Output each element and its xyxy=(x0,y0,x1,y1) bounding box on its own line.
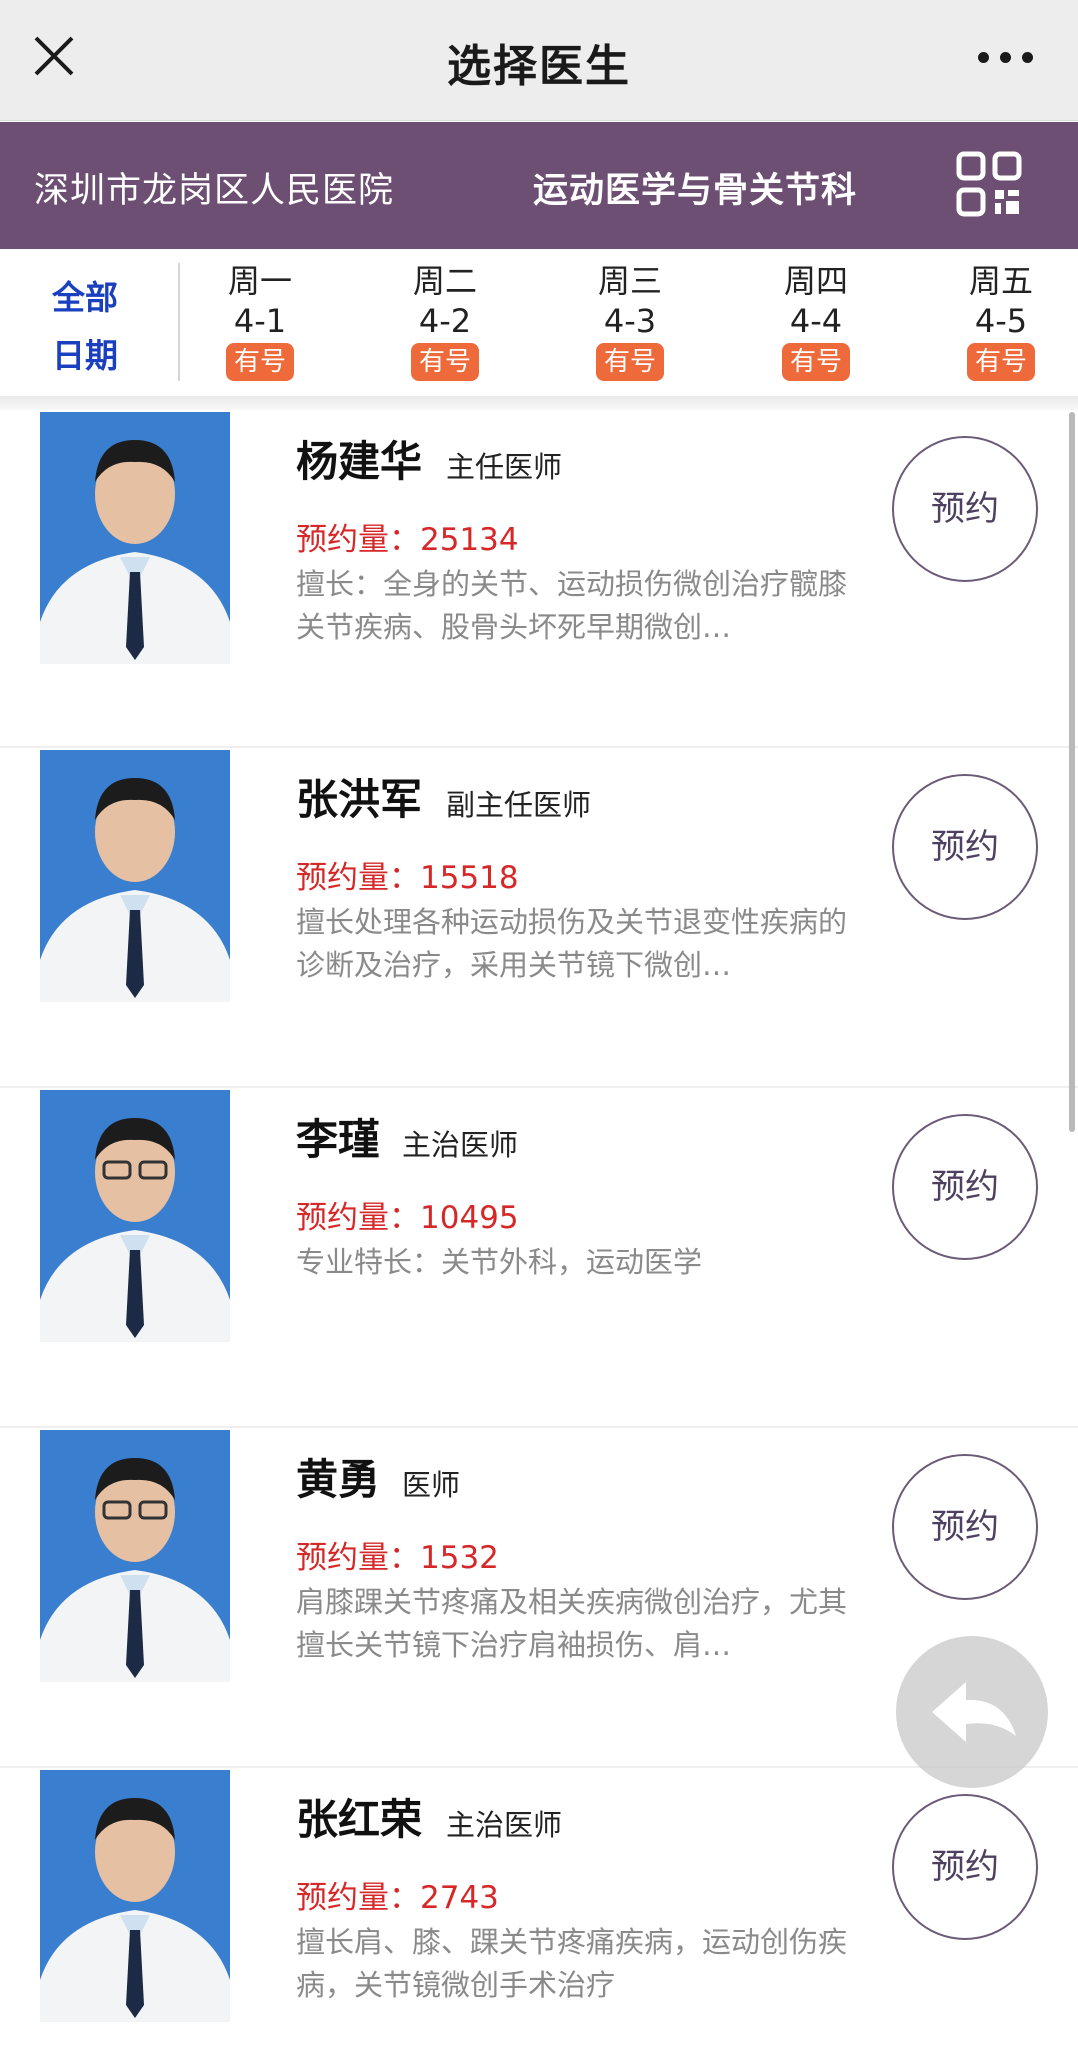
booking-count-value: 10495 xyxy=(420,1200,519,1236)
hospital-name: 深圳市龙岗区人民医院 xyxy=(34,171,395,211)
doctor-specialty: 肩膝踝关节疼痛及相关疾病微创治疗，尤其擅长关节镜下治疗肩袖损伤、肩… xyxy=(296,1585,848,1662)
doctor-name: 张洪军 xyxy=(296,775,423,824)
top-nav-bar: 选择医生 xyxy=(0,0,1078,121)
all-dates-button[interactable]: 全部 日期 xyxy=(20,269,150,385)
day-weekday: 周二 xyxy=(412,262,477,300)
book-button[interactable]: 预约 xyxy=(892,774,1038,920)
doctor-photo xyxy=(40,750,230,1002)
day-date: 4-5 xyxy=(974,302,1028,340)
book-button[interactable]: 预约 xyxy=(892,436,1038,582)
booking-count-label: 预约量： xyxy=(296,860,420,896)
day-tab-5[interactable]: 周五 4-5 有号 xyxy=(941,261,1061,381)
booking-count-value: 2743 xyxy=(420,1880,499,1916)
doctor-name: 杨建华 xyxy=(296,437,423,486)
day-weekday: 周一 xyxy=(227,262,292,300)
booking-count: 预约量：1532 xyxy=(296,1532,499,1577)
doctor-photo xyxy=(40,1770,230,2022)
doctor-row[interactable]: 李瑾 主治医师 预约量：10495 专业特长：关节外科，运动医学 预约 xyxy=(0,1090,1078,1428)
doctor-photo xyxy=(40,1430,230,1682)
day-date: 4-2 xyxy=(418,302,472,340)
date-selector: 全部 日期 周一 4-1 有号 周二 4-2 有号 周三 4-3 有号 周四 4… xyxy=(0,249,1078,397)
hospital-header: 深圳市龙岗区人民医院 运动医学与骨关节科 xyxy=(0,122,1078,249)
doctor-row[interactable]: 杨建华 主任医师 预约量：25134 擅长：全身的关节、运动损伤微创治疗髋膝关节… xyxy=(0,410,1078,748)
booking-count-label: 预约量： xyxy=(296,522,420,558)
availability-badge: 有号 xyxy=(225,343,294,381)
doctor-title: 副主任医师 xyxy=(446,788,592,822)
day-date: 4-4 xyxy=(789,302,843,340)
doctor-specialty: 擅长肩、膝、踝关节疼痛疾病，运动创伤疾病，关节镜微创手术治疗 xyxy=(296,1925,848,2002)
book-button[interactable]: 预约 xyxy=(892,1454,1038,1600)
availability-badge: 有号 xyxy=(781,343,850,381)
qr-code-icon[interactable] xyxy=(956,151,1022,217)
strip-divider xyxy=(0,396,1078,410)
day-tab-2[interactable]: 周二 4-2 有号 xyxy=(385,261,505,381)
doctor-name: 张红荣 xyxy=(296,1795,423,1844)
availability-badge: 有号 xyxy=(410,343,479,381)
day-weekday: 周三 xyxy=(597,262,662,300)
availability-badge: 有号 xyxy=(966,343,1035,381)
page-title: 选择医生 xyxy=(447,41,631,92)
doctor-title: 医师 xyxy=(402,1468,461,1502)
booking-count: 预约量：15518 xyxy=(296,852,519,897)
doctor-name: 李瑾 xyxy=(296,1115,381,1164)
date-divider xyxy=(178,263,180,381)
doctor-title: 主治医师 xyxy=(446,1808,563,1842)
doctor-row[interactable]: 张红荣 主治医师 预约量：2743 擅长肩、膝、踝关节疼痛疾病，运动创伤疾病，关… xyxy=(0,1770,1078,2072)
back-arrow-icon xyxy=(932,1682,1016,1742)
day-date: 4-3 xyxy=(603,302,657,340)
day-weekday: 周五 xyxy=(968,262,1033,300)
booking-count-label: 预约量： xyxy=(296,1880,420,1916)
booking-count-value: 15518 xyxy=(420,860,519,896)
booking-count: 预约量：25134 xyxy=(296,514,519,559)
booking-count: 预约量：10495 xyxy=(296,1192,519,1237)
day-tab-4[interactable]: 周四 4-4 有号 xyxy=(756,261,876,381)
day-tab-3[interactable]: 周三 4-3 有号 xyxy=(570,261,690,381)
scrollbar[interactable] xyxy=(1069,412,1075,1132)
doctor-specialty: 专业特长：关节外科，运动医学 xyxy=(296,1245,703,1279)
booking-count: 预约量：2743 xyxy=(296,1872,499,1917)
more-dots-icon[interactable] xyxy=(978,50,1034,66)
doctor-title: 主治医师 xyxy=(402,1128,519,1162)
availability-badge: 有号 xyxy=(595,343,664,381)
booking-count-value: 25134 xyxy=(420,522,519,558)
department-name: 运动医学与骨关节科 xyxy=(533,171,858,211)
booking-count-label: 预约量： xyxy=(296,1540,420,1576)
doctor-specialty: 擅长处理各种运动损伤及关节退变性疾病的诊断及治疗，采用关节镜下微创… xyxy=(296,905,848,982)
doctor-title: 主任医师 xyxy=(446,450,563,484)
booking-count-label: 预约量： xyxy=(296,1200,420,1236)
doctor-photo xyxy=(40,1090,230,1342)
day-weekday: 周四 xyxy=(783,262,848,300)
close-icon[interactable] xyxy=(28,30,80,82)
doctor-name: 黄勇 xyxy=(296,1455,381,1504)
book-button[interactable]: 预约 xyxy=(892,1794,1038,1940)
book-button[interactable]: 预约 xyxy=(892,1114,1038,1260)
all-dates-line1: 全部 xyxy=(52,278,118,317)
day-date: 4-1 xyxy=(233,302,287,340)
booking-count-value: 1532 xyxy=(420,1540,499,1576)
all-dates-line2: 日期 xyxy=(52,336,118,375)
doctor-photo xyxy=(40,412,230,664)
back-button[interactable] xyxy=(896,1636,1048,1788)
day-tab-1[interactable]: 周一 4-1 有号 xyxy=(200,261,320,381)
doctor-specialty: 擅长：全身的关节、运动损伤微创治疗髋膝关节疾病、股骨头坏死早期微创… xyxy=(296,567,848,644)
doctor-row[interactable]: 张洪军 副主任医师 预约量：15518 擅长处理各种运动损伤及关节退变性疾病的诊… xyxy=(0,750,1078,1088)
